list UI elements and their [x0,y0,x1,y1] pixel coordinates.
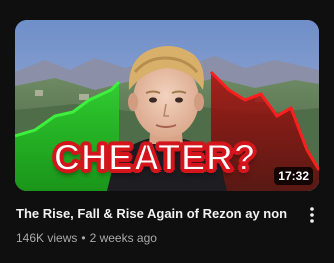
video-thumbnail[interactable]: CHEATER? 17:32 [15,20,319,191]
video-metadata: 146K views • 2 weeks ago [16,230,157,246]
meta-separator: • [81,231,86,245]
vertical-dots-icon [310,207,314,223]
video-card[interactable]: CHEATER? 17:32 The Rise, Fall & Rise Aga… [0,0,334,263]
upload-age: 2 weeks ago [89,231,157,245]
view-count: 146K views [16,231,78,245]
video-duration-badge: 17:32 [274,167,313,185]
video-title[interactable]: The Rise, Fall & Rise Again of Rezon ay … [16,205,296,223]
more-actions-button[interactable] [300,203,324,227]
